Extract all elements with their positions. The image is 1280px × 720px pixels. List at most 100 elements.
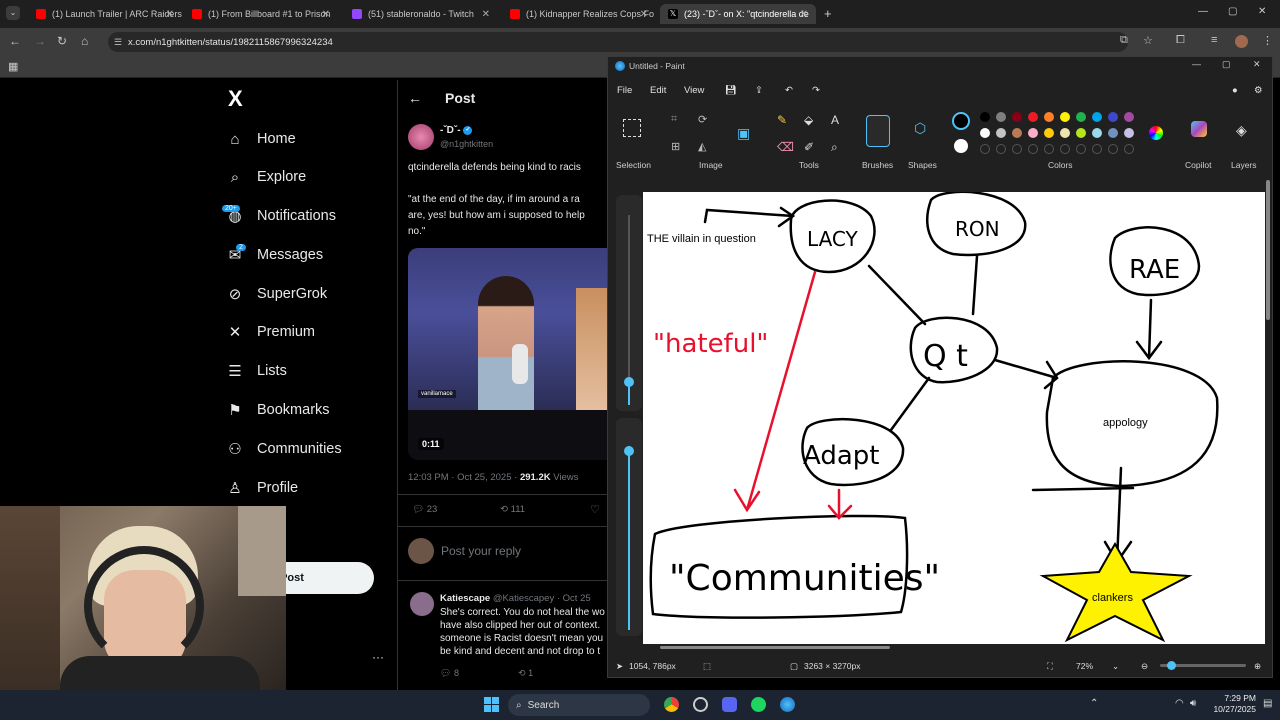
color-swatch[interactable] — [1124, 112, 1134, 122]
forward-icon[interactable]: → — [34, 34, 46, 48]
resize-icon[interactable]: ⊞ — [671, 140, 680, 153]
paint-maximize-icon[interactable]: ▢ — [1222, 59, 1231, 70]
reply-input[interactable]: Post your reply — [441, 544, 521, 558]
author-handle[interactable]: @n1ghtkitten — [440, 139, 493, 149]
settings-icon[interactable]: ⚙ — [1254, 85, 1263, 96]
zoom-slider-thumb[interactable] — [1167, 661, 1176, 670]
color-swatch[interactable] — [1060, 128, 1070, 138]
browser-tab[interactable]: (1) Kidnapper Realizes Cops Fo ✕ — [502, 4, 656, 24]
back-arrow-icon[interactable]: ← — [408, 90, 422, 106]
brush-button[interactable] — [866, 115, 890, 147]
menu-file[interactable]: File — [617, 85, 632, 96]
empty-color-swatch[interactable] — [1108, 144, 1118, 154]
empty-color-swatch[interactable] — [1044, 144, 1054, 154]
empty-color-swatch[interactable] — [1060, 144, 1070, 154]
discord-icon[interactable] — [722, 697, 737, 712]
browser-tab[interactable]: (1) Launch Trailer | ARC Raiders ✕ — [28, 4, 182, 24]
account-icon[interactable]: ● — [1232, 85, 1238, 96]
active-color-primary[interactable] — [952, 112, 970, 130]
sidebar-item-supergrok[interactable]: ⊘ SuperGrok — [226, 282, 327, 306]
app-icon[interactable] — [693, 697, 708, 712]
reading-list-icon[interactable]: ≡ — [1211, 34, 1217, 46]
browser-tab[interactable]: (51) stableronaldo - Twitch ✕ — [344, 4, 498, 24]
reply-author-avatar[interactable] — [410, 592, 434, 616]
spotify-icon[interactable] — [751, 697, 766, 712]
sidebar-item-communities[interactable]: ⚇ Communities — [226, 437, 341, 461]
color-swatch[interactable] — [1076, 128, 1086, 138]
sidebar-item-lists[interactable]: ☰ Lists — [226, 359, 287, 383]
empty-color-swatch[interactable] — [980, 144, 990, 154]
color-swatch[interactable] — [1028, 112, 1038, 122]
reply-repost-action[interactable]: ⟲ 1 — [518, 668, 533, 679]
image-remove-bg-icon[interactable]: ▣ — [737, 125, 750, 142]
brush-size-thumb[interactable] — [624, 377, 634, 387]
sidebar-item-premium[interactable]: ✕ Premium — [226, 320, 315, 344]
color-swatch[interactable] — [1060, 112, 1070, 122]
author-name[interactable]: -ˇDˇ- ✓ — [440, 125, 473, 136]
save-icon[interactable]: 💾︎ — [725, 85, 737, 96]
paint-close-icon[interactable]: ✕ — [1253, 59, 1261, 70]
close-tab-icon[interactable]: ✕ — [800, 9, 808, 20]
share-icon[interactable]: ⇪ — [755, 85, 763, 96]
sidebar-item-bookmarks[interactable]: ⚑ Bookmarks — [226, 398, 329, 422]
browser-tab-active[interactable]: 𝕏 (23) -ˇDˇ- on X: "qtcinderella de ✕ — [660, 4, 816, 24]
edit-colors-icon[interactable] — [1149, 126, 1163, 140]
zoom-select[interactable]: 72% — [1076, 661, 1093, 671]
active-color-secondary[interactable] — [954, 139, 968, 153]
empty-color-swatch[interactable] — [1012, 144, 1022, 154]
zoom-slider[interactable] — [1160, 661, 1246, 670]
pencil-icon[interactable]: ✎ — [777, 113, 787, 127]
color-swatch[interactable] — [1108, 128, 1118, 138]
close-tab-icon[interactable]: ✕ — [166, 9, 174, 20]
copilot-icon[interactable] — [1191, 121, 1207, 137]
paint-minimize-icon[interactable]: — — [1192, 59, 1201, 69]
color-swatch[interactable] — [996, 128, 1006, 138]
x-logo[interactable]: X — [228, 86, 243, 112]
start-icon[interactable] — [484, 697, 499, 712]
color-swatch[interactable] — [1092, 128, 1102, 138]
flip-icon[interactable]: ◭ — [698, 140, 706, 153]
color-swatch[interactable] — [980, 128, 990, 138]
tray-chevron-icon[interactable]: ⌃ — [1090, 698, 1098, 709]
color-swatch[interactable] — [1044, 112, 1054, 122]
empty-color-swatch[interactable] — [1076, 144, 1086, 154]
empty-color-swatch[interactable] — [1092, 144, 1102, 154]
color-swatch[interactable] — [1012, 128, 1022, 138]
like-icon[interactable]: ♡ — [590, 503, 600, 516]
site-info-icon[interactable]: ☰ — [114, 37, 122, 48]
address-bar[interactable]: ☰ x.com/n1ghtkitten/status/1982115867996… — [108, 32, 1128, 52]
video-player[interactable]: vanillamace 0:11 — [408, 248, 608, 460]
menu-view[interactable]: View — [684, 85, 704, 96]
repost-action[interactable]: ⟲ 111 — [500, 504, 525, 515]
redo-icon[interactable]: ↷ — [812, 85, 820, 96]
close-tab-icon[interactable]: ✕ — [482, 9, 490, 20]
account-menu-icon[interactable]: ··· — [372, 650, 384, 664]
undo-icon[interactable]: ↶ — [785, 85, 793, 96]
zoom-in-icon[interactable]: ⊕ — [1254, 661, 1261, 672]
paint-taskbar-icon[interactable] — [780, 697, 795, 712]
vertical-scrollbar[interactable] — [1266, 180, 1270, 320]
color-picker-icon[interactable]: ✐ — [804, 140, 814, 154]
browser-tab[interactable]: (1) From Billboard #1 to Prison ✕ — [184, 4, 338, 24]
wifi-icon[interactable]: ◠ — [1175, 698, 1184, 709]
apps-icon[interactable]: ▦ — [8, 60, 18, 73]
sidebar-item-home[interactable]: ⌂ Home — [226, 127, 295, 151]
sidebar-item-profile[interactable]: ♙ Profile — [226, 476, 298, 500]
opacity-thumb[interactable] — [624, 446, 634, 456]
home-icon[interactable]: ⌂ — [81, 34, 88, 48]
horizontal-scrollbar[interactable] — [660, 646, 890, 649]
color-swatch[interactable] — [1108, 112, 1118, 122]
close-tab-icon[interactable]: ✕ — [322, 9, 330, 20]
menu-edit[interactable]: Edit — [650, 85, 666, 96]
magnifier-icon[interactable]: ⌕ — [831, 140, 838, 155]
color-swatch[interactable] — [1012, 112, 1022, 122]
crop-icon[interactable]: ⌗ — [671, 113, 677, 126]
reply-reply-action[interactable]: 💬︎ 8 — [440, 668, 459, 679]
color-swatch[interactable] — [996, 112, 1006, 122]
color-swatch[interactable] — [1044, 128, 1054, 138]
minimize-icon[interactable]: — — [1198, 6, 1208, 17]
tab-list-icon[interactable]: ⌄ — [6, 6, 20, 20]
empty-color-swatch[interactable] — [996, 144, 1006, 154]
color-swatch[interactable] — [1092, 112, 1102, 122]
fill-icon[interactable]: ⬙ — [804, 113, 813, 127]
